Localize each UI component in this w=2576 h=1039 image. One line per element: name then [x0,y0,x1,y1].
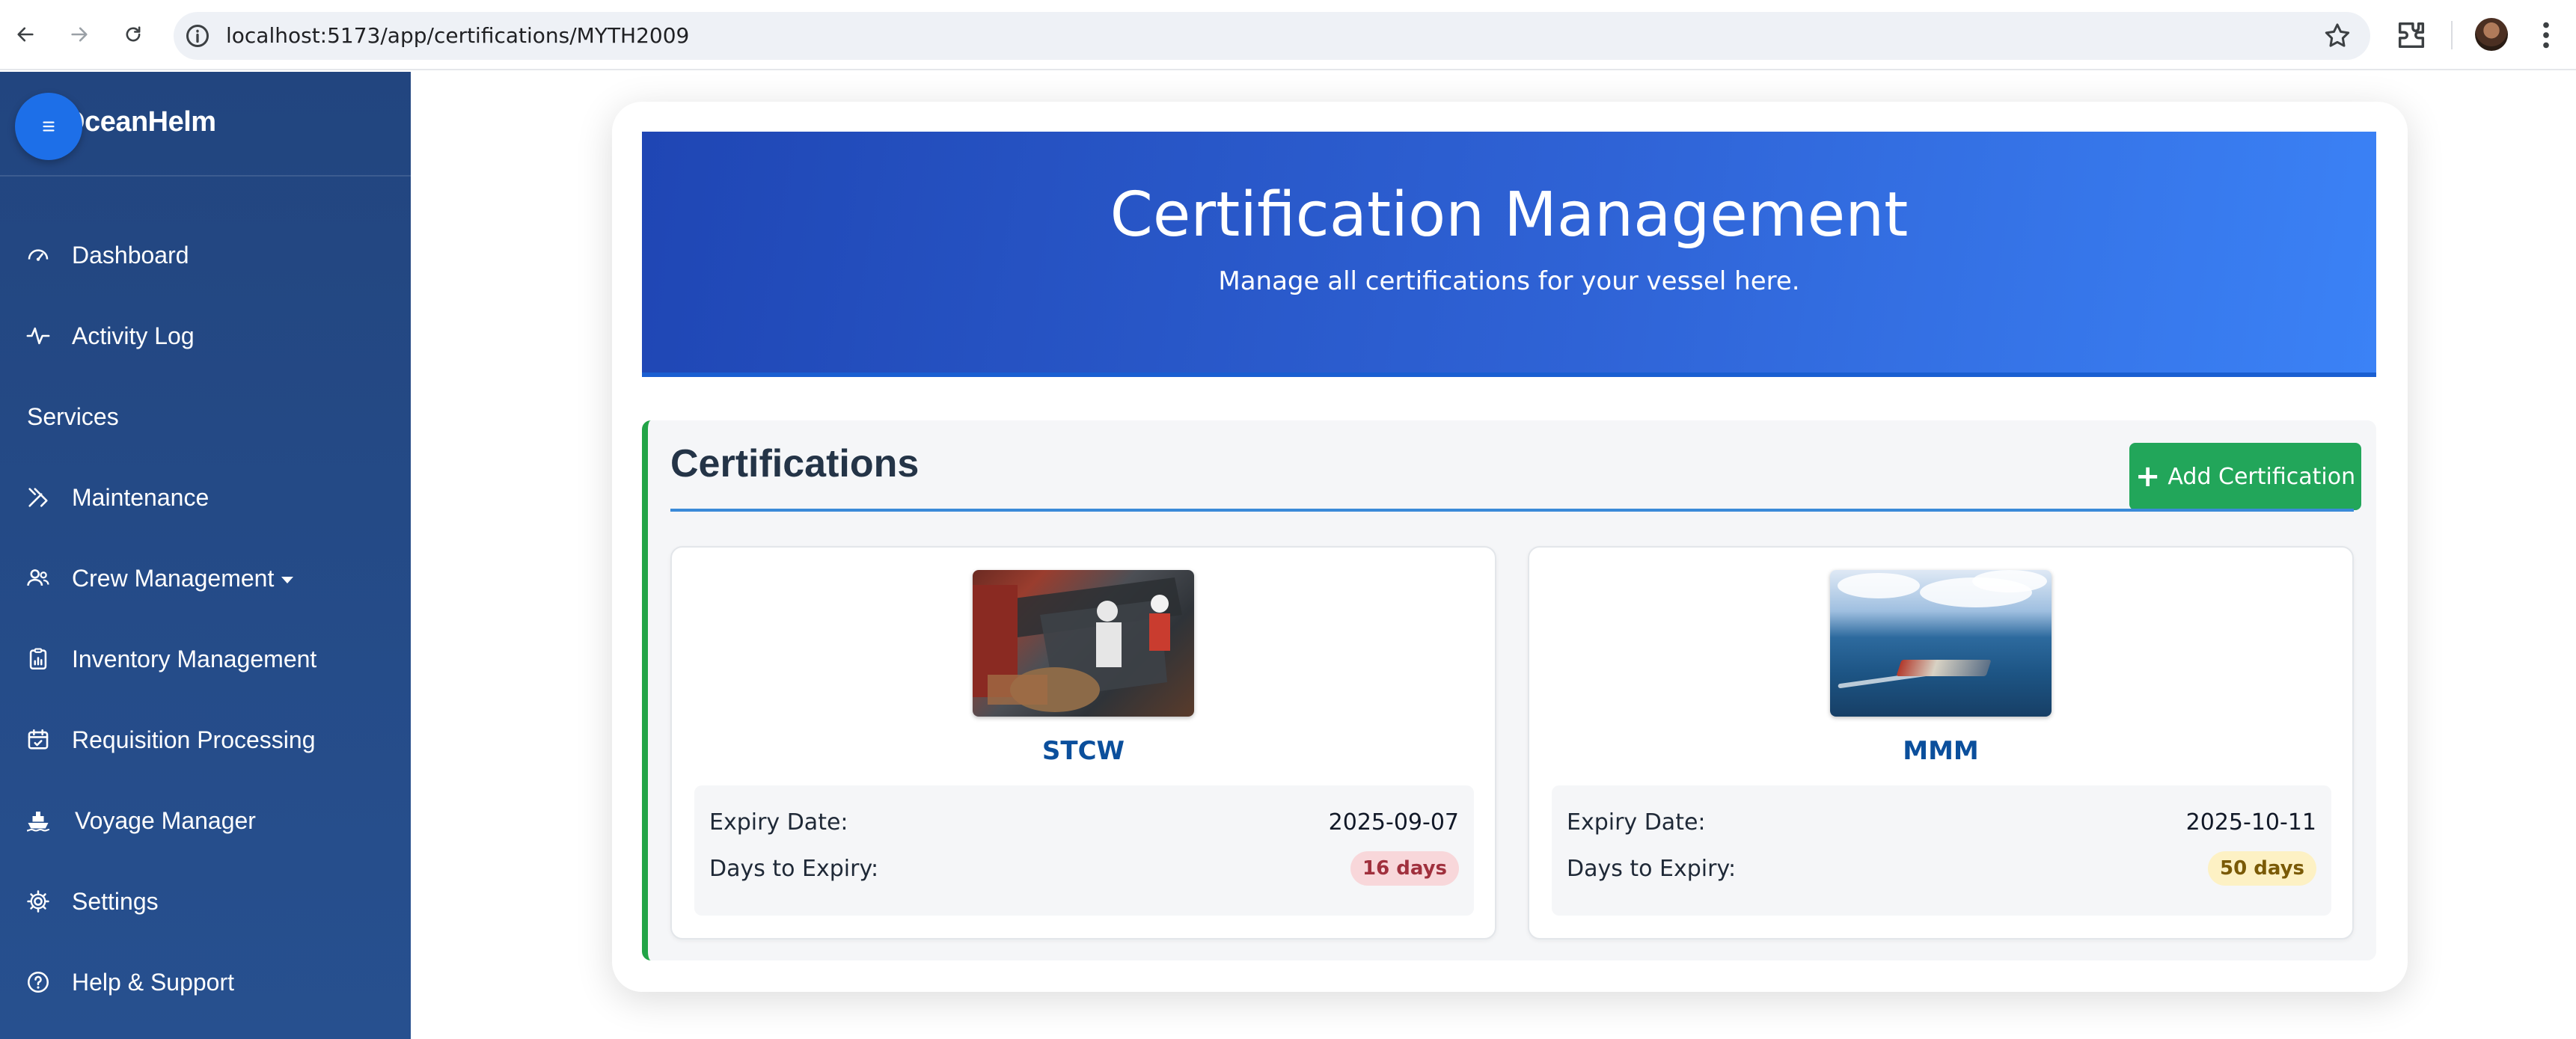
sidebar-item-label: Maintenance [72,483,209,511]
gear-icon [24,887,52,916]
sidebar-item-dashboard[interactable]: Dashboard [0,221,411,289]
sidebar: OceanHelm Dashboard Activity Log Service… [0,72,411,1039]
toolbar-divider [2451,21,2453,49]
sidebar-item-label: Inventory Management [72,645,317,672]
certification-card[interactable]: MMM Expiry Date: 2025-10-11 Days to Expi… [1528,546,2354,940]
add-certification-label: Add Certification [2167,463,2356,490]
sidebar-item-voyage-manager[interactable]: Voyage Manager [0,787,411,854]
clipboard-chart-icon [24,645,52,673]
sidebar-item-label: Dashboard [72,241,189,269]
expiry-date-value: 2025-10-11 [2185,809,2316,836]
address-bar[interactable]: localhost:5173/app/certifications/MYTH20… [174,12,2370,60]
crew-management-label: Crew Management [72,564,275,592]
sidebar-item-maintenance[interactable]: Maintenance [0,464,411,531]
chevron-down-icon[interactable] [281,576,294,583]
sidebar-item-label: Crew Management [72,564,294,592]
sidebar-item-settings[interactable]: Settings [0,868,411,935]
section-heading: Certifications [670,442,920,485]
bookmark-star-icon[interactable] [2322,21,2352,51]
certification-details: Expiry Date: 2025-09-07 Days to Expiry: … [694,785,1474,916]
certification-image[interactable] [973,570,1194,717]
sidebar-item-crew-management[interactable]: Crew Management [0,545,411,612]
page-subtitle: Manage all certifications for your vesse… [1218,266,1800,296]
days-to-expiry-label: Days to Expiry: [709,856,879,882]
section-divider [670,509,2354,512]
activity-icon [24,322,52,350]
ship-at-sea-image [1830,570,2052,717]
certification-details: Expiry Date: 2025-10-11 Days to Expiry: … [1552,785,2331,916]
hero-banner: Certification Management Manage all cert… [642,132,2376,377]
sidebar-item-label: Help & Support [72,968,235,996]
sidebar-section-label: Services [27,402,119,430]
more-vertical-icon[interactable] [2529,18,2563,52]
crew-at-work-image [973,570,1194,717]
days-to-expiry-badge: 16 days [1350,851,1459,886]
ship-icon [24,806,52,835]
certification-panel: Certification Management Manage all cert… [612,102,2408,992]
plus-icon: + [2135,459,2161,494]
certifications-section: Certifications + Add Certification STCW … [642,420,2376,960]
certification-name[interactable]: MMM [1529,736,2352,766]
sidebar-item-requisition-processing[interactable]: Requisition Processing [0,706,411,773]
hamburger-icon [43,121,55,132]
calendar-check-icon [24,726,52,754]
expiry-date-label: Expiry Date: [1567,809,1706,836]
add-certification-button[interactable]: + Add Certification [2129,443,2361,510]
people-icon [24,564,52,592]
page-title: Certification Management [1110,180,1909,251]
brand-header: OceanHelm [0,72,411,177]
site-info-icon[interactable] [184,22,211,49]
sidebar-section-services: Services [0,383,411,450]
question-circle-icon [24,968,52,996]
brand-name[interactable]: OceanHelm [63,106,216,138]
expiry-date-value: 2025-09-07 [1328,809,1459,836]
sidebar-item-label: Settings [72,887,159,915]
menu-toggle-button[interactable] [15,93,82,160]
sidebar-item-inventory-management[interactable]: Inventory Management [0,625,411,693]
certification-card[interactable]: STCW Expiry Date: 2025-09-07 Days to Exp… [670,546,1496,940]
reload-icon[interactable] [114,15,153,54]
url-text[interactable]: localhost:5173/app/certifications/MYTH20… [226,22,689,49]
days-to-expiry-badge: 50 days [2207,851,2316,886]
gauge-icon [24,241,52,269]
certification-image[interactable] [1830,570,2052,717]
tools-icon [24,483,52,512]
expiry-date-label: Expiry Date: [709,809,848,836]
forward-arrow-icon[interactable] [60,15,99,54]
sidebar-item-label: Voyage Manager [75,806,256,834]
profile-avatar[interactable] [2475,18,2508,51]
back-arrow-icon[interactable] [6,15,45,54]
certification-name[interactable]: STCW [672,736,1495,766]
browser-toolbar: localhost:5173/app/certifications/MYTH20… [0,0,2576,70]
extensions-icon[interactable] [2394,18,2429,52]
sidebar-item-help-support[interactable]: Help & Support [0,948,411,1016]
sidebar-item-label: Requisition Processing [72,726,316,753]
sidebar-item-activity-log[interactable]: Activity Log [0,302,411,370]
sidebar-item-label: Activity Log [72,322,195,349]
days-to-expiry-label: Days to Expiry: [1567,856,1737,882]
